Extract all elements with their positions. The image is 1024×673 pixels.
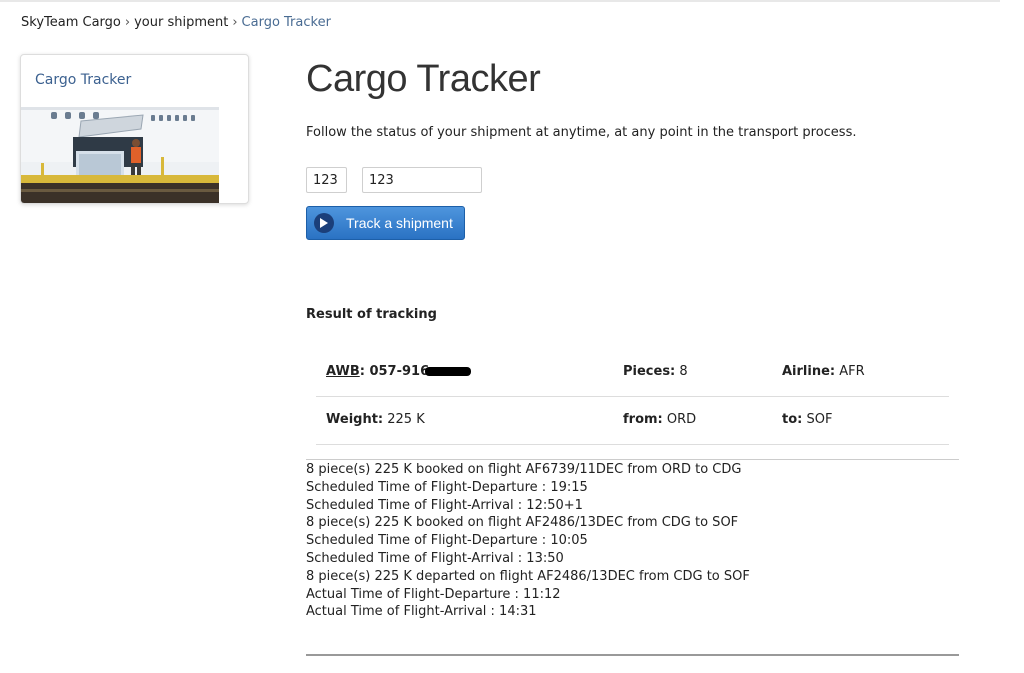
tracking-event: Scheduled Time of Flight-Departure : 19:… xyxy=(306,479,588,495)
result-info-row: Weight: 225 K from: ORD to: SOF xyxy=(316,396,949,445)
breadcrumb: SkyTeam Cargo › your shipment › Cargo Tracke… xyxy=(21,15,331,30)
result-heading: Result of tracking xyxy=(306,307,437,322)
track-shipment-label: Track a shipment xyxy=(346,215,453,231)
top-divider xyxy=(0,0,1000,2)
weight-value: 225 K xyxy=(387,412,425,427)
to-value: SOF xyxy=(806,412,833,427)
from-label: from: xyxy=(623,412,663,427)
cargo-tracker-card[interactable]: Cargo Tracker xyxy=(20,54,249,204)
tracking-event: Scheduled Time of Flight-Arrival : 12:50… xyxy=(306,497,583,513)
tracking-event: 8 piece(s) 225 K booked on flight AF2486… xyxy=(306,515,739,531)
tracking-event: Scheduled Time of Flight-Arrival : 13:50 xyxy=(306,550,564,566)
breadcrumb-separator: › xyxy=(124,15,131,30)
from-value: ORD xyxy=(666,412,697,427)
intro-text: Follow the status of your shipment at an… xyxy=(306,125,857,140)
play-circle-icon xyxy=(314,213,334,233)
tracking-events-list: 8 piece(s) 225 K booked on flight AF6739… xyxy=(306,461,750,621)
pieces-cell: Pieces: 8 xyxy=(623,364,688,379)
awb-cell: AWB: 057-916 xyxy=(326,364,472,379)
to-cell: to: SOF xyxy=(782,412,832,427)
breadcrumb-skyteam-cargo[interactable]: SkyTeam Cargo xyxy=(21,15,121,30)
weight-cell: Weight: 225 K xyxy=(326,412,425,427)
airline-cell: Airline: AFR xyxy=(782,364,865,379)
airline-value: AFR xyxy=(839,364,865,379)
breadcrumb-your-shipment[interactable]: your shipment xyxy=(134,15,228,30)
awb-colon: : xyxy=(359,364,370,379)
tracking-event: Actual Time of Flight-Departure : 11:12 xyxy=(306,586,561,602)
pieces-label: Pieces: xyxy=(623,364,676,379)
track-shipment-button[interactable]: Track a shipment xyxy=(306,206,465,240)
awb-link[interactable]: AWB xyxy=(326,364,360,379)
redaction-mark xyxy=(425,367,472,376)
page-title: Cargo Tracker xyxy=(306,58,541,100)
card-title[interactable]: Cargo Tracker xyxy=(35,72,131,88)
to-label: to: xyxy=(782,412,803,427)
divider xyxy=(306,459,959,460)
tracking-event: Actual Time of Flight-Arrival : 14:31 xyxy=(306,604,537,620)
cargo-loading-image xyxy=(21,107,219,203)
awb-number-input[interactable] xyxy=(362,167,482,193)
weight-label: Weight: xyxy=(326,412,384,427)
breadcrumb-separator: › xyxy=(232,15,238,30)
tracking-event: Scheduled Time of Flight-Departure : 10:… xyxy=(306,533,588,549)
tracking-event: 8 piece(s) 225 K booked on flight AF6739… xyxy=(306,462,742,477)
result-info-row: AWB: 057-916 Pieces: 8 Airline: AFR xyxy=(316,348,949,397)
tracking-event: 8 piece(s) 225 K departed on flight AF24… xyxy=(306,568,750,584)
breadcrumb-current: Cargo Tracker xyxy=(241,15,331,30)
awb-value: 057-916 xyxy=(369,364,430,379)
bottom-divider xyxy=(306,654,959,656)
from-cell: from: ORD xyxy=(623,412,696,427)
pieces-value: 8 xyxy=(679,364,688,379)
awb-prefix-input[interactable] xyxy=(306,167,347,193)
airline-label: Airline: xyxy=(782,364,836,379)
